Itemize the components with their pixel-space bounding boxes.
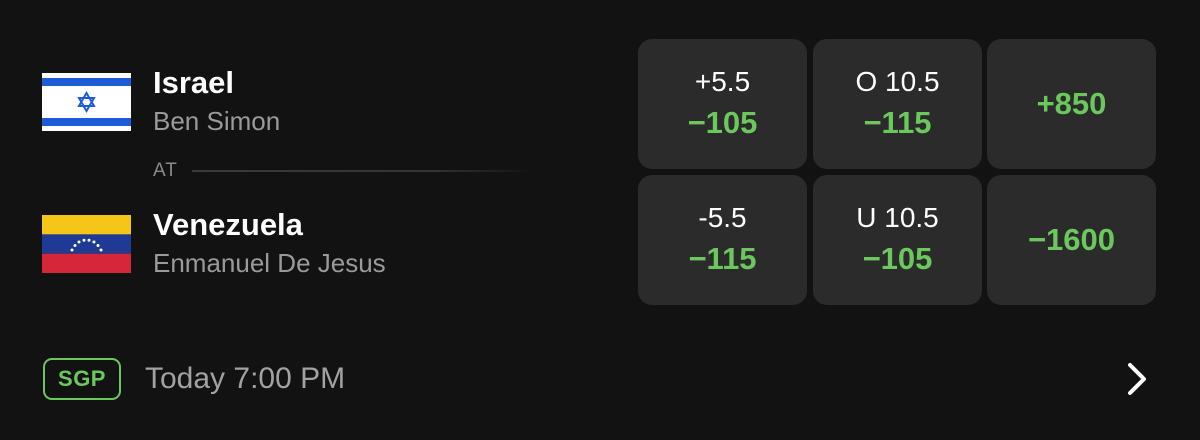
total-line: O 10.5 bbox=[855, 66, 940, 97]
away-spread-button[interactable]: +5.5 −105 bbox=[638, 39, 807, 169]
total-odds: −105 bbox=[862, 241, 933, 276]
under-total-button[interactable]: U 10.5 −105 bbox=[813, 175, 982, 305]
away-pitcher-name: Ben Simon bbox=[153, 106, 281, 136]
home-team: Venezuela Enmanuel De Jesus bbox=[42, 206, 386, 280]
moneyline-odds: +850 bbox=[1036, 86, 1107, 121]
at-separator: AT bbox=[153, 160, 537, 182]
chevron-right-icon[interactable] bbox=[1124, 362, 1150, 396]
at-label: AT bbox=[153, 160, 178, 181]
game-time: Today 7:00 PM bbox=[145, 362, 346, 395]
away-team-name: Israel bbox=[153, 65, 235, 100]
sgp-badge[interactable]: SGP bbox=[43, 358, 121, 400]
spread-line: +5.5 bbox=[694, 66, 751, 97]
total-line: U 10.5 bbox=[856, 202, 939, 233]
total-odds: −115 bbox=[863, 105, 932, 140]
away-moneyline-button[interactable]: +850 bbox=[987, 39, 1156, 169]
separator-line bbox=[191, 170, 537, 172]
game-footer: SGP Today 7:00 PM bbox=[43, 358, 345, 400]
spread-line: -5.5 bbox=[698, 202, 747, 233]
spread-odds: −115 bbox=[688, 241, 757, 276]
away-team: Israel Ben Simon bbox=[42, 64, 280, 138]
home-moneyline-button[interactable]: −1600 bbox=[987, 175, 1156, 305]
home-team-name: Venezuela bbox=[153, 207, 303, 242]
venezuela-flag-icon bbox=[42, 215, 131, 273]
home-spread-button[interactable]: -5.5 −115 bbox=[638, 175, 807, 305]
over-total-button[interactable]: O 10.5 −115 bbox=[813, 39, 982, 169]
home-pitcher-name: Enmanuel De Jesus bbox=[153, 248, 386, 278]
israel-flag-icon bbox=[42, 73, 131, 131]
spread-odds: −105 bbox=[687, 105, 758, 140]
moneyline-odds: −1600 bbox=[1027, 222, 1116, 257]
